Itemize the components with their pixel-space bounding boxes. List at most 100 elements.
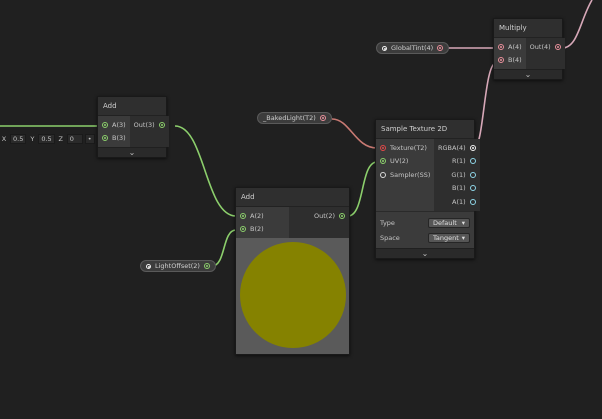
output-r-label: R(1) [451, 157, 466, 166]
chevron-down-icon: ⌄ [524, 70, 532, 79]
property-label: _BakedLight(T2) [263, 114, 316, 122]
inline-connector: • [84, 134, 95, 144]
wire-add-main-to-uv [347, 161, 378, 217]
input-port-a[interactable]: A(4) [494, 40, 526, 54]
setting-space: Space Tangent ▾ [380, 231, 470, 246]
node-settings: Type Default ▾ Space Tangent ▾ [376, 210, 474, 248]
port-a-connector[interactable] [240, 212, 246, 219]
port-sampler-label: Sampler(SS) [390, 170, 431, 179]
input-port-a[interactable]: A(2) [236, 209, 289, 223]
output-port-r[interactable]: R(1) [434, 155, 480, 169]
property-output-port[interactable] [319, 115, 326, 121]
output-g-label: G(1) [451, 170, 466, 179]
output-b-connector[interactable] [469, 185, 476, 192]
output-port-b[interactable]: B(1) [434, 182, 480, 196]
output-r-connector[interactable] [469, 158, 476, 165]
port-b-label: B(2) [250, 225, 264, 234]
x-label: X [1, 135, 7, 143]
z-label: Z [58, 135, 63, 143]
output-label: Out(2) [314, 211, 335, 220]
input-port-sampler[interactable]: Sampler(SS) [376, 168, 434, 182]
port-a-label: A(3) [112, 120, 126, 129]
input-port-uv[interactable]: UV(2) [376, 155, 434, 169]
node-title[interactable]: Sample Texture 2D [376, 120, 474, 139]
output-label: Out(3) [133, 120, 155, 129]
x-value-field[interactable]: 0.5 [10, 134, 27, 144]
node-preview [236, 238, 349, 354]
property-input-marker [146, 263, 151, 269]
add-node-main[interactable]: Add A(2) B(2) Out(2) [235, 187, 350, 355]
wire-lightoffset-to-add-main [211, 229, 237, 267]
output-g-connector[interactable] [469, 171, 476, 178]
wire-bakedlight-to-texture [331, 118, 378, 149]
input-port-a[interactable]: A(3) [98, 118, 130, 132]
port-b-label: B(3) [112, 134, 126, 143]
output-port-a[interactable]: A(1) [434, 195, 480, 209]
property-global-tint[interactable]: GlobalTint(4) [376, 42, 450, 54]
output-label: Out(4) [529, 42, 551, 51]
sample-texture-2d-node[interactable]: Sample Texture 2D Texture(T2) UV(2) Samp… [375, 119, 480, 259]
output-rgba-label: RGBA(4) [438, 143, 466, 152]
y-label: Y [30, 135, 35, 143]
output-port-rgba[interactable]: RGBA(4) [434, 141, 480, 155]
port-sampler-connector[interactable] [380, 171, 386, 178]
port-a-connector[interactable] [498, 43, 504, 50]
output-port-g[interactable]: G(1) [434, 168, 480, 182]
expand-button[interactable]: ⌄ [494, 69, 562, 79]
port-a-label: A(2) [250, 211, 264, 220]
input-port-b[interactable]: B(3) [98, 132, 130, 146]
multiply-node[interactable]: Multiply A(4) B(4) Out(4) ⌄ [493, 18, 565, 80]
port-b-connector[interactable] [240, 226, 246, 233]
wire-multiply-out [561, 0, 593, 49]
expand-button[interactable]: ⌄ [376, 247, 474, 258]
output-port[interactable]: Out(2) [289, 209, 349, 223]
dropdown-arrow-icon: ▾ [461, 219, 465, 227]
y-value-field[interactable]: 0.5 [38, 134, 55, 144]
port-b-label: B(4) [508, 56, 522, 65]
port-b-connector[interactable] [102, 135, 108, 142]
inline-vector3-input: X 0.5 Y 0.5 Z 0 • [0, 134, 105, 144]
output-connector[interactable] [158, 121, 165, 128]
port-a-label: A(4) [508, 42, 522, 51]
output-connector[interactable] [554, 43, 561, 50]
dropdown-arrow-icon: ▾ [461, 234, 465, 242]
z-value-field[interactable]: 0 [66, 134, 83, 144]
add-node-left[interactable]: Add A(3) B(3) Out(3) ⌄ [97, 96, 169, 158]
type-dropdown[interactable]: Default ▾ [428, 218, 470, 228]
output-b-label: B(1) [452, 184, 466, 193]
port-texture-label: Texture(T2) [390, 143, 427, 152]
space-dropdown[interactable]: Tangent ▾ [428, 233, 470, 243]
output-port[interactable]: Out(3) [130, 118, 169, 132]
port-a-connector[interactable] [102, 121, 108, 128]
type-dropdown-value: Default [433, 219, 457, 227]
property-label: GlobalTint(4) [391, 44, 434, 52]
port-uv-connector[interactable] [380, 158, 386, 165]
property-input-marker [382, 45, 387, 51]
space-dropdown-value: Tangent [433, 234, 459, 242]
node-title[interactable]: Multiply [494, 19, 562, 38]
chevron-down-icon: ⌄ [128, 148, 136, 157]
output-connector[interactable] [339, 212, 345, 219]
expand-button[interactable]: ⌄ [98, 147, 166, 157]
property-baked-light[interactable]: _BakedLight(T2) [257, 112, 332, 124]
property-output-port[interactable] [203, 263, 210, 269]
output-a-connector[interactable] [469, 198, 476, 205]
input-port-b[interactable]: B(4) [494, 54, 526, 68]
port-b-connector[interactable] [498, 57, 504, 64]
output-rgba-connector[interactable] [469, 144, 476, 151]
input-port-texture[interactable]: Texture(T2) [376, 141, 434, 155]
preview-circle [240, 242, 346, 348]
node-title[interactable]: Add [98, 97, 166, 116]
port-texture-connector[interactable] [380, 144, 386, 151]
setting-type: Type Default ▾ [380, 216, 470, 231]
wire-add-left-to-add-main [174, 125, 237, 217]
setting-type-label: Type [380, 219, 395, 227]
node-title[interactable]: Add [236, 188, 349, 207]
output-a-label: A(1) [452, 197, 466, 206]
output-port[interactable]: Out(4) [526, 40, 565, 54]
property-light-offset[interactable]: LightOffset(2) [140, 260, 216, 272]
chevron-down-icon: ⌄ [421, 248, 429, 258]
property-label: LightOffset(2) [155, 262, 200, 270]
property-output-port[interactable] [437, 45, 444, 51]
input-port-b[interactable]: B(2) [236, 223, 289, 237]
